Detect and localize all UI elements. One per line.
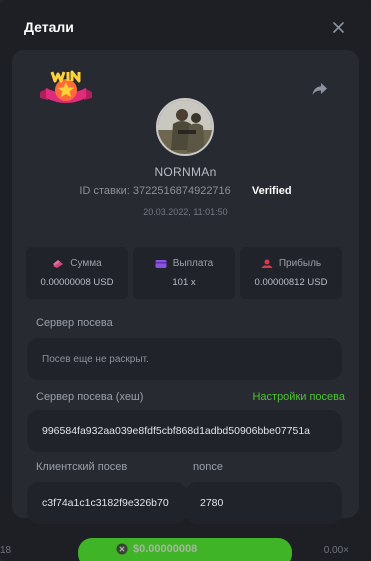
seed-settings-link[interactable]: Настройки посева	[252, 391, 345, 403]
bottom-amount: $0.00000008	[116, 543, 197, 555]
stat-profit: Прибыль 0.00000812 USD	[240, 247, 342, 299]
close-circle-icon	[116, 543, 128, 555]
server-seed-hash-label: Сервер посева (хеш)	[36, 391, 144, 403]
avatar-image	[158, 100, 212, 154]
server-seed-hash-value: 996584fa932aa039e8fdf5cbf868d1adbd50906b…	[42, 425, 311, 437]
bottom-amount-value: $0.00000008	[133, 543, 198, 555]
server-seed-field[interactable]: Посев еще не раскрыт.	[27, 338, 342, 380]
verified-badge: Verified	[251, 185, 292, 197]
stat-profit-value: 0.00000812 USD	[254, 277, 328, 288]
bet-id-value: 3722516874922716	[132, 185, 231, 197]
bottom-multiplier: 0.00×	[323, 545, 349, 556]
modal-header: Детали	[0, 0, 371, 54]
coins-icon	[53, 259, 64, 268]
server-seed-hash-field[interactable]: 996584fa932aa039e8fdf5cbf868d1adbd50906b…	[27, 410, 342, 452]
bet-id-label: ID ставки:	[79, 185, 130, 197]
client-seed-label: Клиентский посев	[36, 461, 128, 473]
avatar	[156, 98, 214, 156]
modal-title: Детали	[24, 19, 74, 35]
bet-id-row: ID ставки: 3722516874922716 Verified	[12, 185, 359, 197]
share-icon	[312, 83, 327, 95]
client-seed-value: c3f74a1c1c3182f9e326b70	[42, 497, 169, 509]
bet-card: NORNMAn ID ставки: 3722516874922716 Veri…	[12, 50, 359, 524]
nonce-value: 2780	[200, 497, 224, 509]
stat-amount-value: 0.00000008 USD	[40, 277, 114, 288]
stat-amount-label: Сумма	[70, 258, 102, 269]
stat-amount: Сумма 0.00000008 USD	[26, 247, 128, 299]
stat-payout: Выплата 101 x	[133, 247, 235, 299]
stat-payout-label: Выплата	[172, 258, 214, 269]
client-seed-field[interactable]: c3f74a1c1c3182f9e326b70	[27, 482, 187, 524]
close-icon	[332, 21, 344, 33]
profit-icon	[261, 259, 273, 268]
bet-date: 20.03.2022, 11:01:50	[143, 207, 228, 217]
stat-payout-value: 101 x	[172, 277, 196, 288]
username: NORNMAn	[154, 165, 217, 179]
wallet-icon	[155, 259, 167, 268]
close-button[interactable]	[329, 18, 347, 36]
bottom-left-number: 18	[0, 545, 12, 556]
share-button[interactable]	[311, 80, 329, 98]
nonce-field[interactable]: 2780	[185, 482, 342, 524]
win-badge-icon	[40, 70, 92, 103]
stat-profit-label: Прибыль	[278, 258, 322, 269]
nonce-label: nonce	[193, 461, 223, 473]
stats-row: Сумма 0.00000008 USD Выплата 101 x Прибы…	[26, 247, 342, 299]
server-seed-placeholder: Посев еще не раскрыт.	[42, 353, 149, 365]
bet-details-modal: Детали NORNMAn ID ставки: 37225168749227…	[0, 0, 371, 561]
server-seed-label: Сервер посева	[36, 317, 113, 329]
